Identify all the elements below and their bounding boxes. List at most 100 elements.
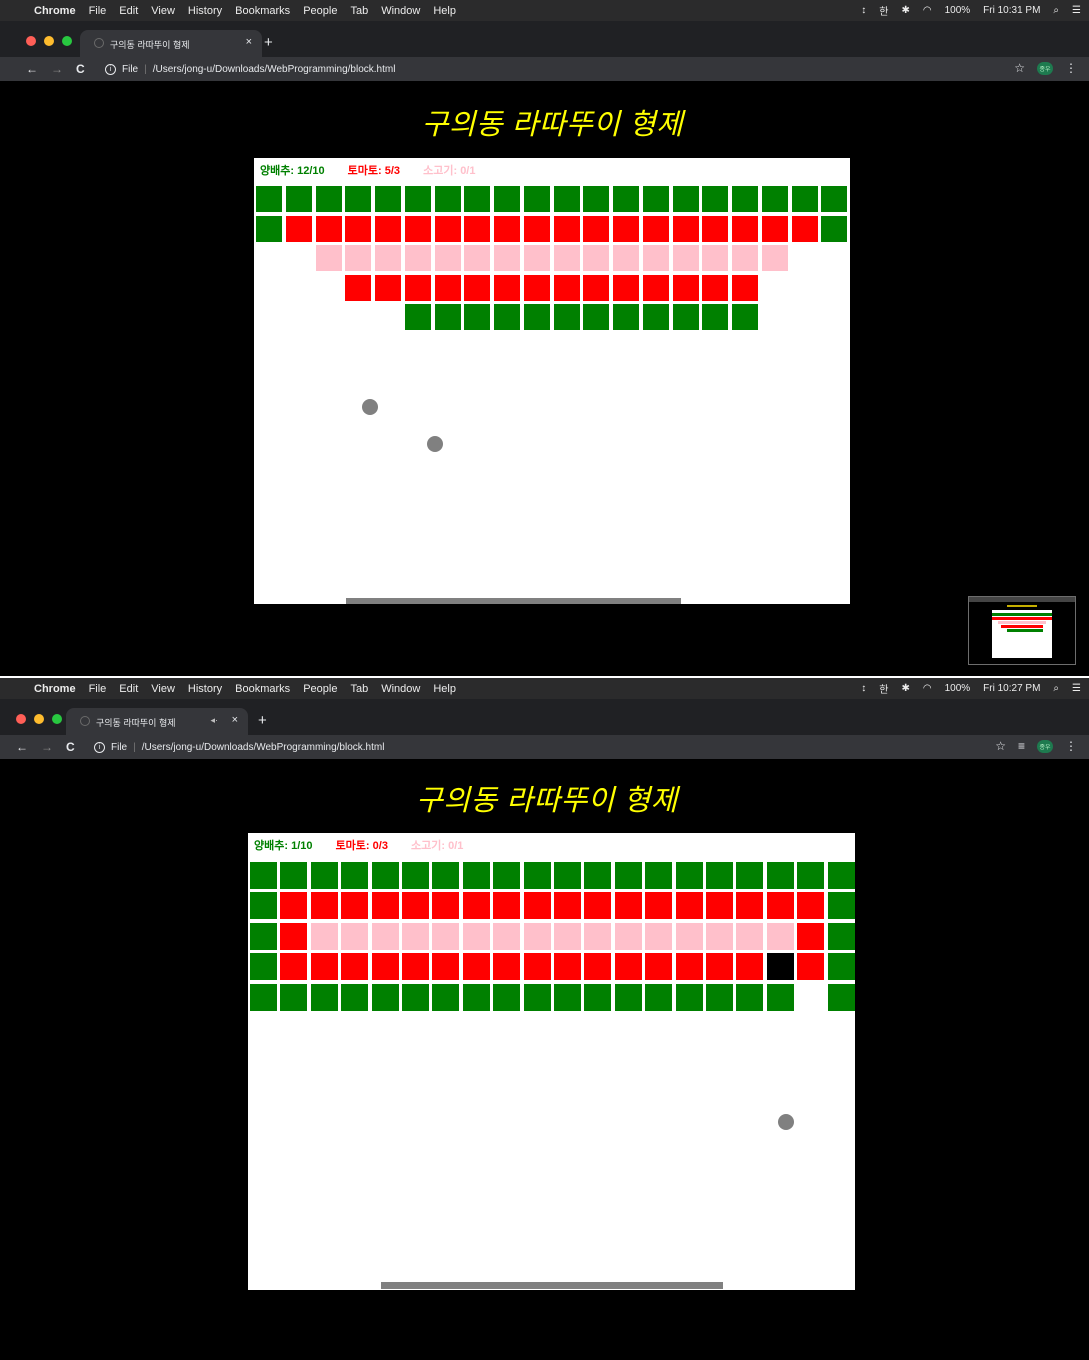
tomato-brick xyxy=(554,953,581,981)
bookmark-star-icon[interactable]: ☆ xyxy=(995,739,1006,753)
close-window-icon[interactable] xyxy=(26,36,36,46)
menu-history[interactable]: History xyxy=(188,683,222,695)
menu-window[interactable]: Window xyxy=(381,5,420,17)
menu-chrome[interactable]: Chrome xyxy=(34,5,76,17)
menu-window[interactable]: Window xyxy=(381,683,420,695)
beef-score: 소고기: 0/1 xyxy=(423,165,476,177)
menu-edit[interactable]: Edit xyxy=(119,5,138,17)
menu-people[interactable]: People xyxy=(303,5,337,17)
audio-icon[interactable]: ◂· xyxy=(210,715,218,726)
cabbage-brick xyxy=(404,186,431,212)
bluetooth-icon[interactable]: ✱ xyxy=(901,683,909,694)
more-menu-icon[interactable]: ⋮ xyxy=(1065,739,1077,753)
tomato-brick xyxy=(645,953,673,981)
minimize-window-icon[interactable] xyxy=(34,714,44,724)
paddle[interactable] xyxy=(381,1282,723,1289)
menu-tab[interactable]: Tab xyxy=(350,5,368,17)
input-method-icon[interactable]: 한 xyxy=(879,681,888,696)
menu-tab[interactable]: Tab xyxy=(350,683,368,695)
new-tab-button[interactable]: + xyxy=(264,34,273,51)
menu-chrome[interactable]: Chrome xyxy=(34,683,76,695)
zoom-window-icon[interactable] xyxy=(52,714,62,724)
cabbage-brick xyxy=(827,953,855,981)
address-bar[interactable]: i File | /Users/jong-u/Downloads/WebProg… xyxy=(105,62,969,77)
search-icon[interactable]: ⌕ xyxy=(1053,683,1059,694)
bookmark-star-icon[interactable]: ☆ xyxy=(1014,61,1025,75)
cabbage-brick xyxy=(371,862,399,889)
control-center-icon[interactable]: ☰ xyxy=(1072,683,1081,694)
menu-file[interactable]: File xyxy=(89,5,107,17)
avatar[interactable]: 종우 xyxy=(1037,739,1053,753)
menu-help[interactable]: Help xyxy=(433,683,456,695)
tab-block[interactable]: 구의동 라따뚜이 형제 ◂· × xyxy=(66,708,248,735)
beef-brick xyxy=(553,245,580,271)
tomato-brick xyxy=(553,215,580,242)
tab-block[interactable]: 구의동 라따뚜이 형제 × xyxy=(80,30,262,57)
menu-history[interactable]: History xyxy=(188,5,222,17)
minimize-window-icon[interactable] xyxy=(44,36,54,46)
game-canvas[interactable]: 양배추: 12/10 토마토: 5/3 소고기: 0/1 xyxy=(254,158,850,604)
address-bar[interactable]: i File | /Users/jong-u/Downloads/WebProg… xyxy=(94,740,969,755)
tomato-brick xyxy=(523,274,550,301)
cabbage-brick xyxy=(761,186,788,212)
new-tab-button[interactable]: + xyxy=(258,712,267,729)
battery-label[interactable]: 100% xyxy=(945,683,971,694)
cabbage-brick xyxy=(285,186,312,212)
forward-icon[interactable]: → xyxy=(51,62,63,76)
more-menu-icon[interactable]: ⋮ xyxy=(1065,61,1077,75)
forward-icon[interactable]: → xyxy=(41,740,53,754)
paddle[interactable] xyxy=(346,598,681,604)
menu-view[interactable]: View xyxy=(151,5,175,17)
beef-brick xyxy=(761,245,788,271)
tomato-brick xyxy=(732,215,758,242)
back-icon[interactable]: ← xyxy=(26,62,38,76)
media-control-icon[interactable]: ≡ xyxy=(1018,739,1025,753)
menu-bookmarks[interactable]: Bookmarks xyxy=(235,683,290,695)
menu-view[interactable]: View xyxy=(151,683,175,695)
cabbage-brick xyxy=(250,892,277,920)
menu-help[interactable]: Help xyxy=(433,5,456,17)
menu-file[interactable]: File xyxy=(89,683,107,695)
clock[interactable]: Fri 10:31 PM xyxy=(983,5,1040,16)
score-board: 양배추: 12/10 토마토: 5/3 소고기: 0/1 xyxy=(260,162,495,178)
back-icon[interactable]: ← xyxy=(16,740,28,754)
close-icon[interactable]: × xyxy=(246,36,252,48)
window-controls xyxy=(26,36,72,46)
beef-brick xyxy=(675,922,703,950)
tomato-brick xyxy=(672,274,699,301)
cabbage-brick xyxy=(766,983,794,1011)
reload-icon[interactable]: C xyxy=(66,740,75,754)
menu-edit[interactable]: Edit xyxy=(119,683,138,695)
cabbage-brick xyxy=(766,862,794,889)
wifi-icon[interactable]: ◠ xyxy=(923,5,932,16)
tomato-score: 토마토: 5/3 xyxy=(347,165,401,177)
close-window-icon[interactable] xyxy=(16,714,26,724)
beef-brick xyxy=(402,922,429,950)
wifi-icon[interactable]: ◠ xyxy=(923,683,932,694)
bluetooth-icon[interactable]: ✱ xyxy=(901,5,909,16)
screenshot-thumbnail[interactable] xyxy=(968,596,1076,665)
input-method-icon[interactable]: 한 xyxy=(879,3,888,18)
cabbage-brick xyxy=(523,983,551,1011)
search-icon[interactable]: ⌕ xyxy=(1053,5,1059,16)
info-icon[interactable]: i xyxy=(105,64,116,75)
menu-people[interactable]: People xyxy=(303,683,337,695)
menu-bookmarks[interactable]: Bookmarks xyxy=(235,5,290,17)
close-icon[interactable]: × xyxy=(232,714,238,726)
clock[interactable]: Fri 10:27 PM xyxy=(983,683,1040,694)
cabbage-brick xyxy=(315,186,342,212)
avatar[interactable]: 종우 xyxy=(1037,61,1053,75)
zoom-window-icon[interactable] xyxy=(62,36,72,46)
tomato-brick xyxy=(345,274,372,301)
sort-icon[interactable]: ↕ xyxy=(861,683,866,694)
tomato-brick xyxy=(371,892,399,920)
tomato-brick xyxy=(310,953,338,981)
sort-icon[interactable]: ↕ xyxy=(861,5,866,16)
cabbage-brick xyxy=(642,186,669,212)
tomato-brick xyxy=(432,892,460,920)
control-center-icon[interactable]: ☰ xyxy=(1072,5,1081,16)
reload-icon[interactable]: C xyxy=(76,62,85,76)
info-icon[interactable]: i xyxy=(94,742,105,753)
game-canvas[interactable]: 양배추: 1/10 토마토: 0/3 소고기: 0/1 xyxy=(248,833,855,1290)
battery-label[interactable]: 100% xyxy=(945,5,971,16)
